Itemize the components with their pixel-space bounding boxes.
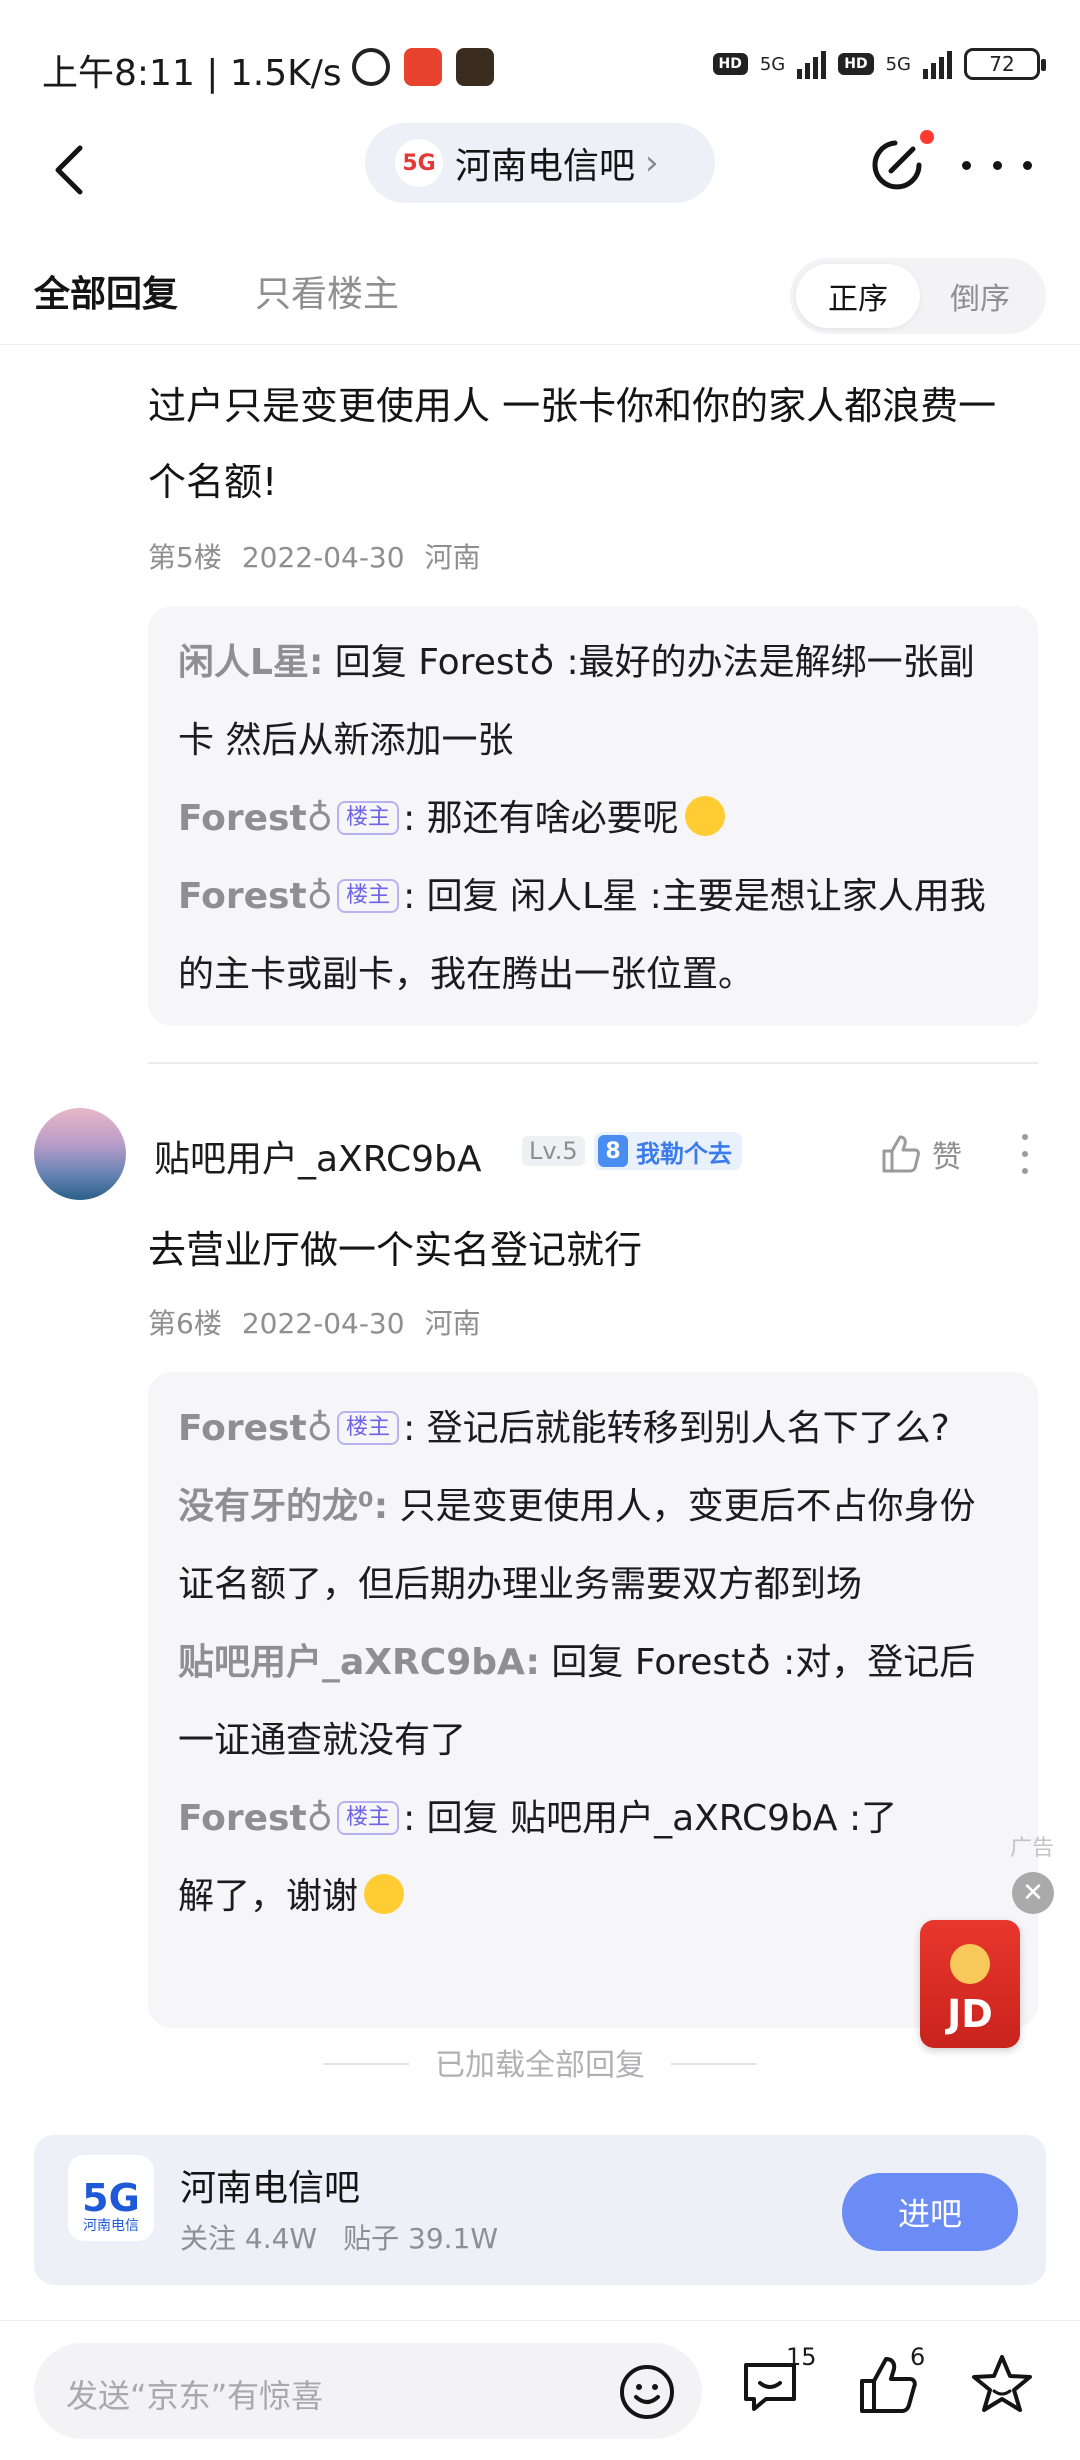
alarm-icon xyxy=(352,48,390,86)
post-location: 河南 xyxy=(424,541,481,574)
tab-owner-only[interactable]: 只看楼主 xyxy=(255,265,399,317)
all-loaded-text: 已加载全部回复 xyxy=(0,2040,1080,2084)
badge-number: 8 xyxy=(598,1135,628,1167)
post-date: 2022-04-30 xyxy=(241,541,405,574)
sort-ascending-button[interactable]: 正序 xyxy=(796,264,920,328)
battery-icon: 72 xyxy=(964,48,1046,80)
back-arrow-icon[interactable] xyxy=(44,140,104,200)
sub-reply-author[interactable]: Forest♁ xyxy=(178,876,333,917)
network-type: 5G xyxy=(759,53,786,75)
post-5-content: 过户只是变更使用人 一张卡你和你的家人都浪费一个名额! xyxy=(148,384,997,504)
bottom-bar: 发送“京东”有惊喜 15 6 xyxy=(0,2320,1080,2460)
hd-badge-2: HD xyxy=(838,53,874,75)
like-label: 赞 xyxy=(932,1140,962,1175)
sub-reply: Forest♁ 楼主: 那还有啥必要呢 xyxy=(178,780,1008,858)
ad-brand: JD xyxy=(947,1992,993,2036)
signal-icon-2 xyxy=(923,49,952,79)
badge-text: 我勒个去 xyxy=(636,1139,732,1168)
sub-reply-text: : 登记后就能转移到别人名下了么? xyxy=(403,1408,950,1449)
emoji-icon xyxy=(364,1874,405,1914)
logo-subtext: 河南电信 xyxy=(83,2218,139,2234)
post-6-content: 去营业厅做一个实名登记就行 xyxy=(148,1228,643,1272)
sort-descending-button[interactable]: 倒序 xyxy=(918,264,1042,328)
sub-reply-author[interactable]: Forest♁ xyxy=(178,1798,333,1839)
ad-close-icon[interactable]: ✕ xyxy=(1012,1872,1054,1914)
hd-badge: HD xyxy=(712,53,748,75)
top-nav: 5G 河南电信吧 › xyxy=(0,120,1080,220)
sub-reply-author[interactable]: Forest♁ xyxy=(178,1408,333,1449)
emoji-picker-icon[interactable] xyxy=(618,2363,676,2421)
thumbs-up-icon xyxy=(882,1135,920,1173)
sub-reply: Forest♁ 楼主: 登记后就能转移到别人名下了么? xyxy=(178,1390,1008,1468)
forum-title-pill[interactable]: 5G 河南电信吧 › xyxy=(365,123,715,203)
reply-input[interactable]: 发送“京东”有惊喜 xyxy=(34,2343,702,2439)
reply-placeholder: 发送“京东”有惊喜 xyxy=(66,2377,324,2415)
sub-reply-author[interactable]: 贴吧用户_aXRC9bA: xyxy=(178,1642,540,1683)
owner-tag: 楼主 xyxy=(337,879,400,913)
sub-reply-text: : 那还有啥必要呢 xyxy=(403,798,679,839)
app-notification-icon xyxy=(404,48,442,86)
like-button[interactable]: 赞 xyxy=(880,1132,962,1176)
post-more-icon[interactable] xyxy=(1020,1134,1030,1174)
signal-icon xyxy=(797,49,827,79)
jd-ad-button[interactable]: JD xyxy=(920,1920,1020,2048)
forum-card[interactable]: 5G 河南电信 河南电信吧 关注 4.4W 贴子 39.1W 进吧 xyxy=(34,2135,1046,2285)
enter-forum-button[interactable]: 进吧 xyxy=(842,2173,1018,2251)
owner-tag: 楼主 xyxy=(337,1801,400,1835)
forum-card-name: 河南电信吧 xyxy=(180,2168,361,2209)
notification-dot xyxy=(920,130,934,144)
forum-logo-icon: 5G xyxy=(395,139,443,187)
forum-card-logo: 5G 河南电信 xyxy=(68,2155,154,2241)
post-5-sub-replies[interactable]: 闲人L星: 回复 Forest♁ :最好的办法是解绑一张副卡 然后从新添加一张 … xyxy=(148,606,1038,1026)
more-options-icon[interactable] xyxy=(962,150,1032,180)
comment-count: 15 xyxy=(786,2343,817,2371)
sort-toggle: 正序 倒序 xyxy=(790,258,1046,334)
floor-number: 第6楼 xyxy=(148,1307,222,1340)
follow-count: 关注 4.4W xyxy=(180,2222,318,2255)
app-notification-icon-2 xyxy=(456,48,494,86)
post-location: 河南 xyxy=(424,1307,481,1340)
post-date: 2022-04-30 xyxy=(241,1307,405,1340)
floor-number: 第5楼 xyxy=(148,541,222,574)
status-bar: 上午8:11 | 1.5K/s HD 5G HD 5G 72 xyxy=(0,0,1080,130)
sub-reply: 没有牙的龙⁰: 只是变更使用人，变更后不占你身份证名额了，但后期办理业务需要双方… xyxy=(178,1468,1008,1624)
sub-reply: 闲人L星: 回复 Forest♁ :最好的办法是解绑一张副卡 然后从新添加一张 xyxy=(178,624,1008,780)
sub-reply: 贴吧用户_aXRC9bA: 回复 Forest♁ :对，登记后一证通查就没有了 xyxy=(178,1624,1008,1780)
forum-card-stats: 关注 4.4W 贴子 39.1W xyxy=(180,2217,524,2257)
logo-text: 5G xyxy=(82,2176,140,2220)
post-6-sub-replies[interactable]: Forest♁ 楼主: 登记后就能转移到别人名下了么? 没有牙的龙⁰: 只是变更使… xyxy=(148,1372,1038,2028)
chevron-right-icon: › xyxy=(645,143,659,183)
reply-tabs: 全部回复 只看楼主 正序 倒序 xyxy=(0,255,1080,345)
title-badge: 8 我勒个去 xyxy=(594,1132,742,1170)
sub-reply: Forest♁ 楼主: 回复 贴吧用户_aXRC9bA :了解了，谢谢 xyxy=(178,1780,1008,1936)
sub-reply: Forest♁ 楼主: 回复 闲人L星 :主要是想让家人用我的主卡或副卡，我在腾出… xyxy=(178,858,1008,1014)
post-6-meta: 第6楼 2022-04-30 河南 xyxy=(148,1302,501,1342)
emoji-icon xyxy=(684,796,725,836)
post-divider xyxy=(148,1062,1038,1064)
post-count: 贴子 39.1W xyxy=(343,2222,499,2255)
red-envelope-icon xyxy=(950,1944,990,1984)
sub-reply-author[interactable]: 闲人L星: xyxy=(178,642,323,683)
sub-reply-author[interactable]: Forest♁ xyxy=(178,798,333,839)
owner-tag: 楼主 xyxy=(337,801,400,835)
owner-tag: 楼主 xyxy=(337,1411,400,1445)
post-6-username[interactable]: 贴吧用户_aXRC9bA xyxy=(154,1130,481,1182)
post-5-meta: 第5楼 2022-04-30 河南 xyxy=(148,536,501,576)
status-time: 上午8:11 | 1.5K/s xyxy=(42,53,342,94)
edit-post-icon[interactable] xyxy=(865,135,927,197)
tab-all-replies[interactable]: 全部回复 xyxy=(34,265,178,317)
network-type-2: 5G xyxy=(885,53,911,75)
like-count: 6 xyxy=(910,2343,926,2371)
avatar[interactable] xyxy=(34,1108,126,1200)
forum-name: 河南电信吧 xyxy=(455,146,636,187)
level-badge: Lv.5 xyxy=(522,1136,585,1166)
ad-label: 广告 xyxy=(1010,1836,1055,1861)
favorite-star-icon[interactable] xyxy=(968,2351,1036,2419)
sub-reply-author[interactable]: 没有牙的龙⁰: xyxy=(178,1486,388,1527)
status-right-group: HD 5G HD 5G 72 xyxy=(712,48,1046,80)
